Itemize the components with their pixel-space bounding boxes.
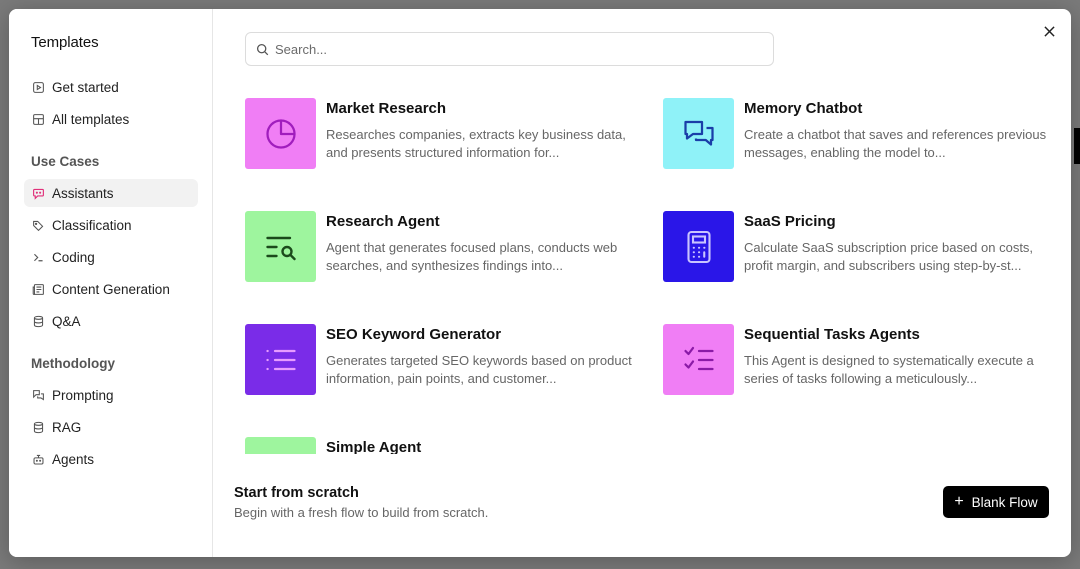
pie-chart-icon: [265, 118, 296, 149]
bot-message-icon: [31, 186, 45, 200]
sidebar-item-label: Agents: [52, 451, 95, 467]
sidebar-item-label: Assistants: [52, 185, 114, 201]
template-card-research-agent[interactable]: Research Agent Agent that generates focu…: [245, 211, 645, 283]
template-card-saas-pricing[interactable]: SaaS Pricing Calculate SaaS subscription…: [663, 211, 1063, 283]
template-thumbnail: [663, 324, 734, 395]
calculator-icon: [686, 230, 711, 263]
methodology-heading: Methodology: [31, 356, 115, 371]
template-card-seo-keyword-generator[interactable]: SEO Keyword Generator Generates targeted…: [245, 324, 645, 396]
list-checks-icon: [683, 346, 714, 370]
template-description: Researches companies, extracts key busin…: [326, 127, 626, 160]
terminal-icon: [31, 250, 45, 264]
sidebar-item-coding[interactable]: Coding: [24, 243, 198, 271]
template-title: Market Research: [326, 100, 447, 117]
template-thumbnail: [663, 211, 734, 282]
sidebar-item-label: Classification: [52, 217, 132, 233]
template-title: Memory Chatbot: [744, 100, 863, 117]
template-thumbnail: [663, 98, 734, 169]
database-icon: [31, 314, 45, 328]
sidebar-item-rag[interactable]: RAG: [24, 413, 198, 441]
close-button[interactable]: [1041, 23, 1057, 39]
templates-grid: Market Research Researches companies, ex…: [245, 98, 1071, 454]
template-description: Create a chatbot that saves and referenc…: [744, 127, 1047, 160]
sidebar-item-classification[interactable]: Classification: [24, 211, 198, 239]
sidebar-item-get-started[interactable]: Get started: [24, 73, 198, 101]
template-title: Research Agent: [326, 213, 440, 230]
use-cases-heading: Use Cases: [31, 154, 100, 169]
template-card-memory-chatbot[interactable]: Memory Chatbot Create a chatbot that sav…: [663, 98, 1063, 170]
template-thumbnail: [245, 437, 316, 454]
template-card-sequential-tasks-agents[interactable]: Sequential Tasks Agents This Agent is de…: [663, 324, 1063, 396]
sidebar-item-qa[interactable]: Q&A: [24, 307, 198, 335]
sidebar-item-label: Content Generation: [52, 281, 170, 297]
newspaper-icon: [31, 282, 45, 296]
template-description: This Agent is designed to systematically…: [744, 353, 1034, 386]
layout-grid-icon: [31, 112, 45, 126]
template-title: SaaS Pricing: [744, 213, 836, 230]
template-description: Generates targeted SEO keywords based on…: [326, 353, 632, 386]
sidebar-item-label: Get started: [52, 79, 119, 95]
sidebar-item-all-templates[interactable]: All templates: [24, 105, 198, 133]
text-search-icon: [265, 236, 296, 260]
search-input[interactable]: [275, 41, 755, 57]
sidebar-item-label: Q&A: [52, 313, 81, 329]
template-card-market-research[interactable]: Market Research Researches companies, ex…: [245, 98, 645, 170]
template-thumbnail: [245, 324, 316, 395]
start-from-scratch-description: Begin with a fresh flow to build from sc…: [234, 505, 489, 520]
close-icon: [1043, 25, 1055, 37]
sidebar-item-agents[interactable]: Agents: [24, 445, 198, 473]
chat-bubbles-icon: [31, 388, 45, 402]
plus-icon: +: [954, 493, 964, 510]
templates-sidebar: Templates Get started All templates Use …: [9, 9, 213, 557]
search-icon: [256, 43, 269, 55]
templates-dialog: Templates Get started All templates Use …: [9, 9, 1071, 557]
template-description: Agent that generates focused plans, cond…: [326, 240, 618, 273]
sidebar-item-assistants[interactable]: Assistants: [24, 179, 198, 207]
template-title: Simple Agent: [326, 439, 422, 454]
template-card-simple-agent[interactable]: Simple Agent: [245, 437, 645, 454]
start-from-scratch-title: Start from scratch: [234, 485, 359, 501]
blank-flow-label: Blank Flow: [971, 494, 1038, 510]
sidebar-item-prompting[interactable]: Prompting: [24, 381, 198, 409]
bot-icon: [31, 452, 45, 466]
template-description: Calculate SaaS subscription price based …: [744, 240, 1034, 273]
sidebar-item-label: Prompting: [52, 387, 114, 403]
play-square-icon: [31, 80, 45, 94]
template-title: Sequential Tasks Agents: [744, 326, 920, 343]
search-box[interactable]: [245, 32, 774, 66]
sidebar-item-label: Coding: [52, 249, 95, 265]
blank-flow-button[interactable]: + Blank Flow: [943, 486, 1049, 518]
templates-main: Market Research Researches companies, ex…: [214, 9, 1071, 557]
sidebar-title: Templates: [31, 34, 99, 51]
template-title: SEO Keyword Generator: [326, 326, 502, 343]
sidebar-item-content-generation[interactable]: Content Generation: [24, 275, 198, 303]
list-icon: [265, 349, 296, 370]
database-icon: [31, 420, 45, 434]
tags-icon: [31, 218, 45, 232]
template-thumbnail: [245, 211, 316, 282]
chat-bubbles-icon: [683, 120, 714, 146]
sidebar-item-label: All templates: [52, 111, 130, 127]
template-thumbnail: [245, 98, 316, 169]
sidebar-item-label: RAG: [52, 419, 82, 435]
